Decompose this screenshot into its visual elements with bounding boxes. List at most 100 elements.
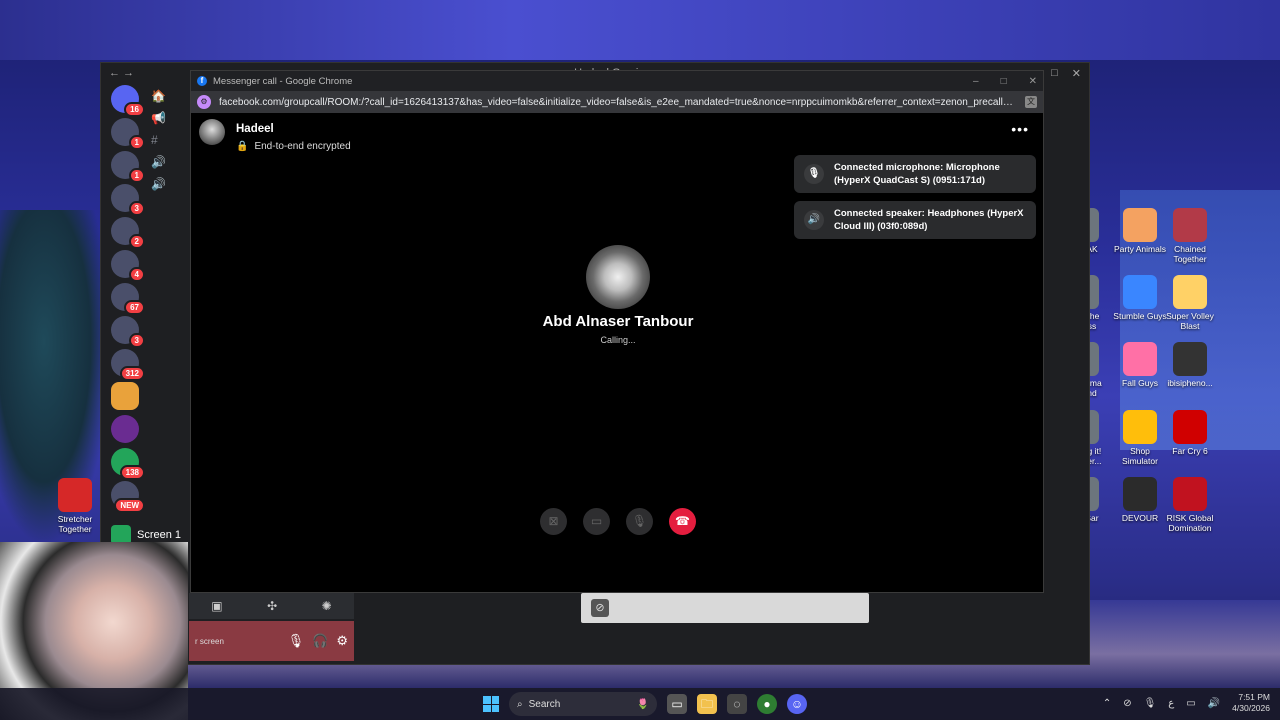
chrome-icon[interactable]: ● xyxy=(757,694,777,714)
hash-icon: # xyxy=(151,133,158,147)
channel-list: 🏠 📢 # 🔊 🔊 xyxy=(151,85,191,565)
effects-button[interactable]: ⊠ xyxy=(540,508,567,535)
address-bar[interactable]: ⚙ facebook.com/groupcall/ROOM:/?call_id=… xyxy=(191,91,1043,113)
microphone-icon: 🎙 xyxy=(804,164,824,184)
task-view-icon[interactable]: ▭ xyxy=(667,694,687,714)
server-icon[interactable]: 3 xyxy=(111,316,145,348)
server-icon[interactable] xyxy=(111,415,139,443)
stretcher-together-icon xyxy=(58,478,92,512)
desktop-icon-party-animals[interactable]: Party Animals xyxy=(1113,208,1167,254)
headphones-icon[interactable]: 🎧 xyxy=(312,633,328,649)
chrome-titlebar: f Messenger call - Google Chrome – □ ✕ xyxy=(191,71,1043,91)
stumble-guys-icon xyxy=(1123,275,1157,309)
video-off-button[interactable]: ▭ xyxy=(583,508,610,535)
server-list: 16 1 1 3 2 4 67 3 312 138 NEW xyxy=(107,85,145,565)
server-icon[interactable]: 312 xyxy=(111,349,145,381)
desktop-icon-stretcher-together[interactable]: Stretcher Together xyxy=(48,478,102,534)
taskbar-search[interactable]: ⌕ Search 🌷 xyxy=(509,692,657,716)
server-icon[interactable]: NEW xyxy=(111,481,145,513)
voice-controls: ▣ ✣ ✺ xyxy=(189,593,354,619)
call-area: Hadeel 🔒 End-to-end encrypted ••• 🎙 Conn… xyxy=(191,113,1043,594)
server-icon[interactable]: 138 xyxy=(111,448,145,480)
mute-button[interactable]: 🎙 xyxy=(626,508,653,535)
chevron-up-icon[interactable]: ⌃ xyxy=(1103,698,1111,709)
channel-item[interactable]: 🏠 xyxy=(151,85,191,107)
caller-name: Hadeel xyxy=(236,123,274,135)
desktop-icon-devour[interactable]: DEVOUR xyxy=(1113,477,1167,523)
taskbar-center: ⌕ Search 🌷 ▭ 🗀 ◌ ● ☺ xyxy=(483,692,807,716)
desktop-icon-shop-simulator[interactable]: Shop Simulator xyxy=(1113,410,1167,466)
channel-item[interactable]: # xyxy=(151,129,191,151)
maximize-icon[interactable]: □ xyxy=(1051,67,1058,80)
devour-icon xyxy=(1123,477,1157,511)
taskbar: ⌕ Search 🌷 ▭ 🗀 ◌ ● ☺ ⌃ ⊘ 🎙 ع ▭ 🔊 7:51 PM… xyxy=(0,688,1280,720)
network-off-icon[interactable]: ⊘ xyxy=(1123,698,1131,709)
close-button[interactable]: ✕ xyxy=(1029,76,1037,87)
volume-icon[interactable]: 🔊 xyxy=(1208,698,1220,709)
voice-icon: 🔊 xyxy=(151,155,166,169)
messenger-call-window: f Messenger call - Google Chrome – □ ✕ ⚙… xyxy=(190,70,1044,593)
shop-simulator-icon xyxy=(1123,410,1157,444)
server-icon[interactable] xyxy=(111,382,139,410)
party-animals-icon xyxy=(1123,208,1157,242)
mic-connected-toast: 🎙 Connected microphone: Microphone (Hype… xyxy=(794,155,1036,193)
message-input[interactable]: ⊘ xyxy=(581,593,869,623)
server-icon[interactable]: 67 xyxy=(111,283,145,315)
microphone-icon[interactable]: 🎙 xyxy=(288,633,305,649)
server-icon[interactable]: 4 xyxy=(111,250,145,282)
desktop-icon-super-volley-blast[interactable]: Super Volley Blast xyxy=(1163,275,1217,331)
image-upload-icon[interactable]: ⊘ xyxy=(591,599,609,617)
clock[interactable]: 7:51 PM 4/30/2026 xyxy=(1232,692,1270,714)
server-icon[interactable]: 3 xyxy=(111,184,145,216)
server-icon[interactable]: 1 xyxy=(111,151,145,183)
settings-icon[interactable]: ⚙ xyxy=(336,633,348,649)
windows-start-icon[interactable] xyxy=(483,696,499,712)
user-panel: r screen 🎙 🎧 ⚙ xyxy=(189,621,354,661)
announcement-icon: 📢 xyxy=(151,111,166,125)
file-explorer-icon[interactable]: 🗀 xyxy=(697,694,717,714)
discord-icon[interactable]: ☺ xyxy=(787,694,807,714)
desktop-icon-ibisiphenomenon[interactable]: ibisipheno... xyxy=(1163,342,1217,388)
super-volley-blast-icon xyxy=(1173,275,1207,309)
more-options-button[interactable]: ••• xyxy=(1011,121,1029,137)
camera-icon[interactable]: ▣ xyxy=(211,599,222,613)
encryption-status: 🔒 End-to-end encrypted xyxy=(236,141,351,152)
close-icon[interactable]: ✕ xyxy=(1072,67,1081,80)
back-arrow-icon[interactable]: ← → xyxy=(109,67,134,79)
channel-item[interactable]: 📢 xyxy=(151,107,191,129)
server-icon[interactable]: 1 xyxy=(111,118,145,150)
language-indicator[interactable]: ع xyxy=(1168,698,1174,709)
desktop-icon-risk[interactable]: RISK Global Domination xyxy=(1163,477,1217,533)
system-tray: ⌃ ⊘ 🎙 ع ▭ 🔊 7:51 PM 4/30/2026 xyxy=(1103,692,1270,714)
fall-guys-icon xyxy=(1123,342,1157,376)
far-cry-6-icon xyxy=(1173,410,1207,444)
url-text[interactable]: facebook.com/groupcall/ROOM:/?call_id=16… xyxy=(219,97,1017,108)
speaker-icon: 🔊 xyxy=(804,210,824,230)
wallpaper-top xyxy=(0,0,1280,60)
hash-icon: 🏠 xyxy=(151,89,166,103)
recorder-icon[interactable]: ◌ xyxy=(727,694,747,714)
discord-home-icon[interactable]: 16 xyxy=(111,85,145,117)
search-icon: ⌕ xyxy=(517,698,523,710)
translate-icon[interactable]: 文 xyxy=(1025,96,1037,108)
chained-together-icon xyxy=(1173,208,1207,242)
callee-avatar xyxy=(586,245,650,309)
channel-item[interactable]: 🔊 xyxy=(151,173,191,195)
server-icon[interactable]: 2 xyxy=(111,217,145,249)
channel-item[interactable]: 🔊 xyxy=(151,151,191,173)
site-info-icon[interactable]: ⚙ xyxy=(197,95,211,109)
facebook-icon: f xyxy=(197,76,207,86)
desktop-icon-chained-together[interactable]: Chained Together xyxy=(1163,208,1217,264)
desktop-icon-fall-guys[interactable]: Fall Guys xyxy=(1113,342,1167,388)
window-title: Messenger call - Google Chrome xyxy=(213,75,353,87)
microphone-icon[interactable]: 🎙 xyxy=(1144,698,1157,709)
end-call-button[interactable]: ☎ xyxy=(669,508,696,535)
soundboard-icon[interactable]: ✺ xyxy=(322,599,332,613)
call-status: Calling... xyxy=(600,335,636,345)
maximize-button[interactable]: □ xyxy=(1001,76,1007,87)
activity-icon[interactable]: ✣ xyxy=(267,599,277,613)
minimize-button[interactable]: – xyxy=(973,76,979,87)
display-icon[interactable]: ▭ xyxy=(1186,698,1195,709)
desktop-icon-far-cry-6[interactable]: Far Cry 6 xyxy=(1163,410,1217,456)
desktop-icon-stumble-guys[interactable]: Stumble Guys xyxy=(1113,275,1167,321)
